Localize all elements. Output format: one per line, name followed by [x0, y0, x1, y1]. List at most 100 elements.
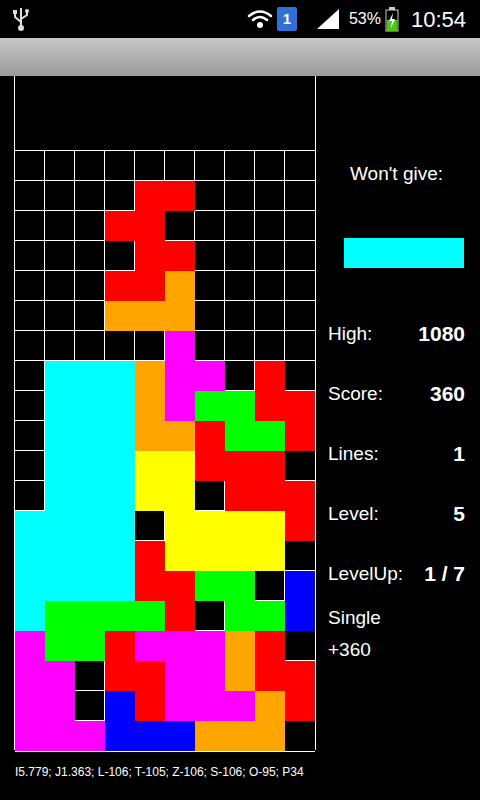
- board-cell: [45, 361, 75, 391]
- board-cell: [195, 541, 225, 571]
- board-cell: [15, 721, 45, 751]
- board-cell: [45, 331, 75, 361]
- board-cell: [105, 301, 135, 331]
- stat-label: Lines:: [328, 440, 379, 469]
- board-cell: [45, 151, 75, 181]
- board-cell: [255, 271, 285, 301]
- board-cell: [105, 211, 135, 241]
- board-cell: [135, 661, 165, 691]
- board-cell: [285, 241, 315, 271]
- board-cell: [105, 571, 135, 601]
- board-cell: [45, 451, 75, 481]
- board-cell: [225, 481, 255, 511]
- board-cell: [15, 361, 45, 391]
- board-cell: [15, 271, 45, 301]
- board-cell: [75, 301, 105, 331]
- board-cell: [285, 601, 315, 631]
- stat-value: 360: [430, 378, 465, 410]
- board-cell: [225, 511, 255, 541]
- board-cell: [255, 511, 285, 541]
- board-cell: [255, 541, 285, 571]
- board-cell: [225, 571, 255, 601]
- board-cell: [105, 391, 135, 421]
- board-cell: [165, 631, 195, 661]
- board-cell: [255, 361, 285, 391]
- board-cell: [105, 691, 135, 721]
- stat-row: High:1080: [328, 304, 465, 364]
- board-cell: [135, 271, 165, 301]
- board-cell: [75, 331, 105, 361]
- board-cell: [75, 541, 105, 571]
- board-cell: [75, 241, 105, 271]
- board-cell: [15, 571, 45, 601]
- board-cell: [75, 631, 105, 661]
- board-cell: [135, 691, 165, 721]
- board-cell: [135, 211, 165, 241]
- board-cell: [105, 421, 135, 451]
- board-cell: [135, 361, 165, 391]
- board-cell: [285, 721, 315, 751]
- clear-points: +360: [328, 634, 465, 666]
- board-cell: [45, 541, 75, 571]
- board-cell: [45, 211, 75, 241]
- board-cell: [135, 601, 165, 631]
- board-cell: [105, 661, 135, 691]
- stat-row: LevelUp:1 / 7: [328, 544, 465, 604]
- board-cell: [195, 151, 225, 181]
- board-cell: [15, 541, 45, 571]
- board-cell: [75, 721, 105, 751]
- board-cell: [75, 181, 105, 211]
- board-cell: [255, 391, 285, 421]
- board-cell: [285, 481, 315, 511]
- stat-row: Level:5: [328, 484, 465, 544]
- board-cell: [135, 181, 165, 211]
- board-cell: [45, 421, 75, 451]
- board-cell: [15, 211, 45, 241]
- board-cell: [255, 301, 285, 331]
- clear-title: Single: [328, 602, 465, 634]
- board-cell: [75, 151, 105, 181]
- board-cell: [255, 211, 285, 241]
- board-cell: [75, 271, 105, 301]
- board-cell: [75, 691, 105, 721]
- board-cell: [195, 601, 225, 631]
- board-cell: [105, 151, 135, 181]
- battery-percent: 53%: [349, 7, 381, 31]
- board-cell: [165, 661, 195, 691]
- board-cell: [165, 571, 195, 601]
- stat-label: LevelUp:: [328, 560, 403, 589]
- title-bar: [0, 38, 480, 76]
- board-cell: [195, 241, 225, 271]
- board-cell: [165, 451, 195, 481]
- board-cell: [195, 361, 225, 391]
- stat-row: Score: 360: [328, 364, 465, 424]
- board-cell: [75, 451, 105, 481]
- board-cell: [195, 481, 225, 511]
- board-cell: [15, 511, 45, 541]
- board-cell: [285, 631, 315, 661]
- board: [14, 76, 316, 750]
- board-cell: [285, 421, 315, 451]
- board-cell: [225, 721, 255, 751]
- board-cell: [225, 391, 255, 421]
- board-cell: [195, 691, 225, 721]
- board-cell: [255, 631, 285, 661]
- board-cell: [105, 361, 135, 391]
- board-cell: [15, 661, 45, 691]
- usb-icon: [12, 6, 30, 32]
- board-cell: [135, 511, 165, 541]
- board-cell: [165, 211, 195, 241]
- board-cell: [15, 451, 45, 481]
- board-cell: [225, 691, 255, 721]
- stat-label: Score:: [328, 380, 383, 409]
- board-cell: [225, 601, 255, 631]
- piece-stats: I5.779; J1.363; L-106; T-105; Z-106; S-1…: [0, 750, 480, 800]
- board-cell: [195, 631, 225, 661]
- board-cell: [195, 391, 225, 421]
- board-cell: [165, 241, 195, 271]
- battery-icon: [385, 6, 399, 32]
- board-cell: [165, 151, 195, 181]
- board-cell: [255, 331, 285, 361]
- board-cell: [255, 601, 285, 631]
- board-cell: [105, 541, 135, 571]
